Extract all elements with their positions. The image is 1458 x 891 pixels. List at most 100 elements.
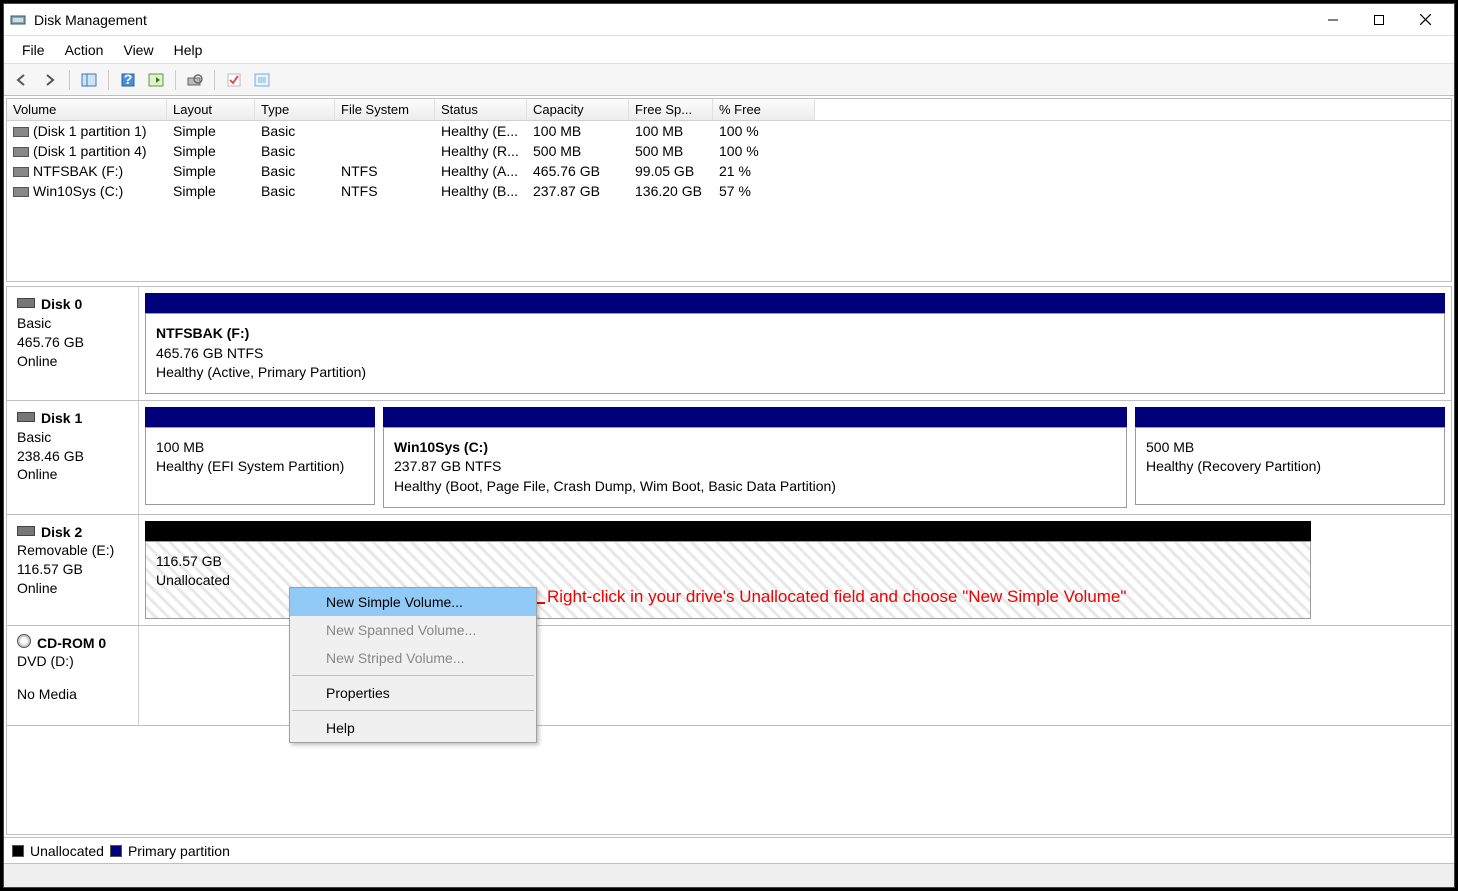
disk-state: No Media	[17, 685, 128, 704]
cell: 100 MB	[629, 122, 713, 140]
cell: 21 %	[713, 162, 815, 180]
cdrom-icon	[17, 634, 31, 648]
show-hide-tree-button[interactable]	[77, 68, 101, 92]
partition-win10sys[interactable]: Win10Sys (C:) 237.87 GB NTFS Healthy (Bo…	[383, 427, 1127, 508]
close-button[interactable]	[1402, 4, 1448, 36]
table-row[interactable]: NTFSBAK (F:) Simple Basic NTFS Healthy (…	[7, 161, 1451, 181]
refresh-button[interactable]	[144, 68, 168, 92]
maximize-button[interactable]	[1356, 4, 1402, 36]
menu-new-simple-volume[interactable]: New Simple Volume...	[290, 588, 536, 616]
disk-size: 116.57 GB	[17, 560, 128, 579]
disk-info[interactable]: Disk 1 Basic 238.46 GB Online	[7, 401, 139, 514]
menu-separator	[292, 710, 534, 711]
cell: 100 MB	[527, 122, 629, 140]
cell: 237.87 GB	[527, 182, 629, 200]
col-layout[interactable]: Layout	[167, 99, 255, 120]
partition-header	[145, 521, 1311, 541]
disk-name: CD-ROM 0	[37, 635, 106, 651]
cell: NTFS	[335, 182, 435, 200]
partition-size: 116.57 GB	[156, 552, 1300, 572]
cell: Healthy (A...	[435, 162, 527, 180]
volume-table: Volume Layout Type File System Status Ca…	[6, 98, 1452, 282]
svg-text:?: ?	[124, 73, 133, 87]
app-icon	[10, 12, 26, 28]
cell: Healthy (E...	[435, 122, 527, 140]
menu-action[interactable]: Action	[55, 42, 114, 58]
disk-row-disk2: Disk 2 Removable (E:) 116.57 GB Online 1…	[7, 515, 1451, 626]
cell: Basic	[255, 162, 335, 180]
partition-status: Healthy (EFI System Partition)	[156, 457, 364, 477]
cell: 100 %	[713, 142, 815, 160]
disk-info[interactable]: Disk 2 Removable (E:) 116.57 GB Online	[7, 515, 139, 625]
table-row[interactable]: (Disk 1 partition 1) Simple Basic Health…	[7, 121, 1451, 141]
settings-button[interactable]	[250, 68, 274, 92]
table-row[interactable]: Win10Sys (C:) Simple Basic NTFS Healthy …	[7, 181, 1451, 201]
volume-icon	[13, 167, 29, 177]
toolbar: ?	[4, 64, 1454, 96]
col-status[interactable]: Status	[435, 99, 527, 120]
partition-status: Healthy (Active, Primary Partition)	[156, 363, 1434, 383]
toolbar-separator	[175, 70, 176, 90]
disk-management-window: Disk Management File Action View Help ? …	[3, 3, 1455, 888]
cell: NTFS	[335, 162, 435, 180]
volume-icon	[13, 187, 29, 197]
cell: 500 MB	[527, 142, 629, 160]
menu-file[interactable]: File	[12, 42, 55, 58]
col-type[interactable]: Type	[255, 99, 335, 120]
partition-header	[145, 407, 375, 427]
menu-view[interactable]: View	[113, 42, 163, 58]
partition-efi[interactable]: 100 MB Healthy (EFI System Partition)	[145, 427, 375, 505]
volume-icon	[13, 127, 29, 137]
toolbar-separator	[214, 70, 215, 90]
legend: Unallocated Primary partition	[4, 837, 1454, 863]
disk-row-disk0: Disk 0 Basic 465.76 GB Online NTFSBAK (F…	[7, 287, 1451, 401]
check-button[interactable]	[222, 68, 246, 92]
partition-size: 465.76 GB NTFS	[156, 344, 1434, 364]
partition-recovery[interactable]: 500 MB Healthy (Recovery Partition)	[1135, 427, 1445, 505]
context-menu: New Simple Volume... New Spanned Volume.…	[289, 587, 537, 743]
cell: (Disk 1 partition 1)	[33, 123, 147, 139]
table-row[interactable]: (Disk 1 partition 4) Simple Basic Health…	[7, 141, 1451, 161]
annotation-text: Right-click in your drive's Unallocated …	[547, 587, 1126, 607]
disk-info[interactable]: CD-ROM 0 DVD (D:) No Media	[7, 626, 139, 725]
partition-title: NTFSBAK (F:)	[156, 324, 1434, 344]
forward-button[interactable]	[38, 68, 62, 92]
disk-type: DVD (D:)	[17, 652, 128, 671]
menubar: File Action View Help	[4, 36, 1454, 64]
menu-properties[interactable]: Properties	[290, 679, 536, 707]
minimize-button[interactable]	[1310, 4, 1356, 36]
disk-state: Online	[17, 352, 128, 371]
cell: Basic	[255, 122, 335, 140]
cell	[335, 122, 435, 140]
rescan-button[interactable]	[183, 68, 207, 92]
partition-header	[1135, 407, 1445, 427]
table-body: (Disk 1 partition 1) Simple Basic Health…	[7, 121, 1451, 281]
partition-ntfsbak[interactable]: NTFSBAK (F:) 465.76 GB NTFS Healthy (Act…	[145, 313, 1445, 394]
disk-info[interactable]: Disk 0 Basic 465.76 GB Online	[7, 287, 139, 400]
cell: 500 MB	[629, 142, 713, 160]
titlebar[interactable]: Disk Management	[4, 4, 1454, 36]
help-button[interactable]: ?	[116, 68, 140, 92]
col-filesystem[interactable]: File System	[335, 99, 435, 120]
cell: Simple	[167, 142, 255, 160]
menu-separator	[292, 675, 534, 676]
volume-icon	[13, 147, 29, 157]
col-volume[interactable]: Volume	[7, 99, 167, 120]
back-button[interactable]	[10, 68, 34, 92]
col-freespace[interactable]: Free Sp...	[629, 99, 713, 120]
cell: Basic	[255, 182, 335, 200]
cell: 465.76 GB	[527, 162, 629, 180]
col-pctfree[interactable]: % Free	[713, 99, 815, 120]
cell: 136.20 GB	[629, 182, 713, 200]
toolbar-separator	[108, 70, 109, 90]
partition-size: 100 MB	[156, 438, 364, 458]
cell: Healthy (B...	[435, 182, 527, 200]
menu-help[interactable]: Help	[290, 714, 536, 742]
legend-swatch-unallocated	[12, 845, 24, 857]
window-title: Disk Management	[34, 12, 1310, 28]
disk-type: Basic	[17, 428, 128, 447]
col-capacity[interactable]: Capacity	[527, 99, 629, 120]
menu-help[interactable]: Help	[164, 42, 213, 58]
disk-icon	[17, 526, 35, 536]
toolbar-separator	[69, 70, 70, 90]
